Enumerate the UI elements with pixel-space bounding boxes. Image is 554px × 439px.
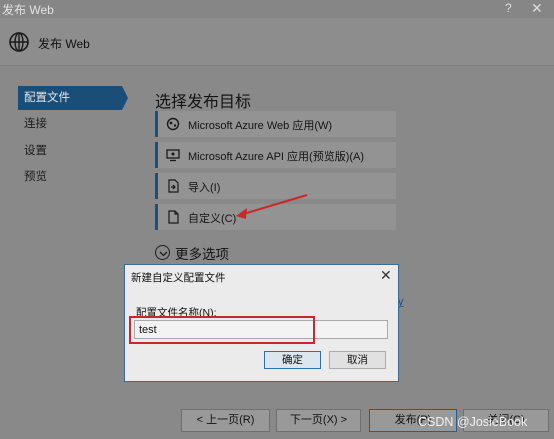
sidebar-item-profile[interactable]: 配置文件: [18, 86, 122, 110]
window-title: 发布 Web: [2, 3, 54, 17]
ok-button[interactable]: 确定: [264, 351, 321, 369]
dialog-title: 新建自定义配置文件: [131, 272, 226, 284]
window-titlebar: 发布 Web ? ✕: [0, 0, 554, 18]
target-label: 导入(I): [188, 182, 221, 194]
watermark: CSDN @JosieBook: [418, 415, 528, 429]
target-label: Microsoft Azure API 应用(预览版)(A): [188, 151, 365, 163]
document-icon: [168, 210, 179, 224]
target-custom[interactable]: 自定义(C): [155, 204, 396, 230]
dialog-close-button[interactable]: ✕: [380, 267, 392, 284]
prev-button[interactable]: < 上一页(R): [181, 409, 270, 432]
target-label: 自定义(C): [188, 213, 237, 225]
new-profile-dialog: 新建自定义配置文件 ✕ 配置文件名称(N): 确定 取消: [124, 264, 399, 382]
azure-api-icon: [166, 149, 180, 162]
page-title: 选择发布目标: [155, 94, 252, 111]
import-icon: [168, 179, 179, 193]
target-import[interactable]: 导入(I): [155, 173, 396, 199]
target-azure-api-app[interactable]: Microsoft Azure API 应用(预览版)(A): [155, 142, 396, 168]
azure-web-icon: [166, 117, 180, 131]
more-options-label: 更多选项: [175, 247, 229, 262]
highlight-box: [129, 316, 315, 344]
sidebar-item-connection[interactable]: 连接: [18, 112, 122, 136]
chevron-down-icon: [155, 245, 170, 260]
next-button[interactable]: 下一页(X) >: [276, 409, 361, 432]
target-azure-web-app[interactable]: Microsoft Azure Web 应用(W): [155, 111, 396, 137]
wizard-header: 发布 Web: [0, 18, 554, 66]
help-button[interactable]: ?: [505, 1, 512, 15]
cancel-button[interactable]: 取消: [329, 351, 386, 369]
window-close-button[interactable]: ✕: [531, 0, 543, 17]
sidebar-item-preview[interactable]: 预览: [18, 165, 122, 189]
globe-icon: [9, 32, 29, 52]
sidebar-active-arrow: [122, 86, 128, 110]
sidebar-item-settings[interactable]: 设置: [18, 139, 122, 163]
header-title: 发布 Web: [38, 37, 90, 51]
target-label: Microsoft Azure Web 应用(W): [188, 120, 333, 132]
